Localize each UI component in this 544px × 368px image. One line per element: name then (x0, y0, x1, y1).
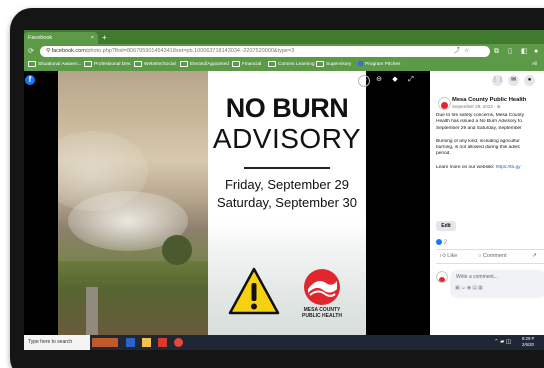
share-icon[interactable]: ⤴ (454, 45, 460, 58)
zoom-in-icon[interactable]: ⊕ (358, 75, 370, 87)
tab-search-icon[interactable]: ◧ (521, 45, 528, 58)
laptop-device: Facebook × + ⟳ ⚲ facebook.com/photo.php?… (0, 0, 544, 368)
bookmark-comms-learning[interactable]: Comms Learning (268, 59, 315, 71)
notifications-icon[interactable]: ● (524, 75, 535, 86)
bookmark-financial[interactable]: Financial (232, 59, 261, 71)
tag-icon[interactable]: ◆ (390, 75, 400, 85)
folder-icon (180, 60, 188, 67)
advisory-panel: NO BURN ADVISORY Friday, September 29 Sa… (208, 71, 366, 335)
url-path: /photo.php?fbid=8067959014543418set=pb.1… (85, 48, 295, 54)
like-reaction-icon (436, 239, 442, 245)
bookmark-all[interactable]: All (532, 59, 537, 71)
bookmarks-bar: Situational Awaren... Professional Dev. … (24, 59, 544, 71)
tab-facebook[interactable]: Facebook × (24, 32, 98, 44)
field-fire-photo (58, 71, 208, 335)
menu-grid-icon[interactable]: ⋮⋮ (492, 75, 504, 86)
folder-icon (232, 60, 240, 67)
profile-icon[interactable]: ● (534, 45, 538, 58)
messenger-icon[interactable]: ✉ (508, 75, 519, 86)
comment-input[interactable]: Write a comment... ▣☺◉▤▦ (450, 270, 544, 298)
headline-line2: ADVISORY (212, 123, 362, 154)
post-side-panel: ⋮⋮ ✉ ● Mesa County Public Health Septemb… (430, 71, 544, 335)
acrobat-icon[interactable] (158, 338, 167, 347)
divider-rule (244, 167, 330, 169)
logo-text: MESA COUNTY PUBLIC HEALTH (302, 307, 342, 319)
headline-line1: NO BURN (225, 93, 349, 123)
advisory-poster: NO BURN ADVISORY Friday, September 29 Sa… (58, 71, 366, 335)
address-bar[interactable]: ⚲ facebook.com/photo.php?fbid=8067959014… (40, 46, 490, 57)
warning-icon (228, 267, 280, 315)
fullscreen-icon[interactable]: ⤢ (406, 75, 416, 85)
comment-button[interactable]: ○ Comment (478, 253, 507, 259)
taskbar-clock[interactable]: 8:29 P 2/6/20 (522, 336, 534, 347)
taskbar-search[interactable]: Type here to search (24, 335, 90, 350)
close-icon[interactable]: × (91, 32, 94, 44)
page-icon (358, 61, 363, 67)
website-link[interactable]: https://tb.gy (496, 165, 521, 170)
folder-icon (134, 60, 142, 67)
comment-placeholder: Write a comment... (456, 274, 498, 280)
bookmark-program-pitches[interactable]: Program Pitches (358, 59, 400, 71)
browser-screen: Facebook × + ⟳ ⚲ facebook.com/photo.php?… (24, 30, 544, 350)
edit-button[interactable]: Edit (436, 221, 456, 231)
bookmark-website-social[interactable]: Website/Social (134, 59, 176, 71)
sidebar-icon[interactable]: ▯ (508, 45, 512, 58)
bookmark-professional-dev[interactable]: Professional Dev. (84, 59, 131, 71)
page-avatar[interactable] (438, 97, 451, 110)
chrome-icon[interactable] (174, 338, 183, 347)
comment-tools: ▣☺◉▤▦ (455, 285, 484, 291)
facebook-logo-icon[interactable]: f (25, 75, 35, 85)
bookmark-situational[interactable]: Situational Awaren... (28, 59, 82, 71)
system-tray-icons[interactable]: ⌃ ▰ ◫ (494, 335, 511, 350)
url-host: facebook.com (51, 48, 86, 54)
extensions-icon[interactable]: ⧉ (494, 45, 499, 58)
globe-icon: ⊕ (496, 104, 501, 109)
weather-widget-icon[interactable] (92, 338, 118, 347)
learn-more-line: Learn more on our website: https://tb.gy (436, 164, 521, 170)
tab-bar: Facebook × + (24, 30, 544, 44)
photo-viewer: f NO BURN ADVISORY Friday, September 29 … (24, 71, 430, 335)
date-line1: Friday, September 29 (224, 177, 350, 192)
reaction-summary[interactable]: 2 (436, 239, 447, 245)
zoom-out-icon[interactable]: ⊖ (374, 75, 384, 85)
file-explorer-icon[interactable] (142, 338, 151, 347)
page-name[interactable]: Mesa County Public Health (452, 97, 526, 103)
like-button[interactable]: 👍︎ Like (440, 253, 457, 259)
new-tab-button[interactable]: + (102, 32, 107, 44)
folder-icon (28, 60, 36, 67)
tab-title: Facebook (28, 35, 53, 41)
bookmark-elected-appointed[interactable]: Elected/Appointed (180, 59, 229, 71)
folder-icon (84, 60, 92, 67)
task-view-icon[interactable] (126, 338, 135, 347)
folder-icon (268, 60, 276, 67)
mesa-county-logo-icon (304, 269, 340, 305)
reload-icon[interactable]: ⟳ (28, 45, 34, 58)
folder-icon (316, 60, 324, 67)
post-date: September 29, 2023 · ⊕ (452, 104, 501, 109)
bookmark-supervisory[interactable]: Supervisory (316, 59, 351, 71)
address-row: ⟳ ⚲ facebook.com/photo.php?fbid=80679590… (24, 44, 544, 59)
date-line2: Saturday, September 30 (217, 195, 357, 210)
post-text: Due to fire safety concerns, Mesa County… (436, 113, 540, 175)
star-icon[interactable]: ☆ (464, 45, 469, 58)
commenter-avatar (436, 271, 448, 283)
share-icon[interactable]: ↗ (532, 253, 537, 259)
avatar-sticker-icon[interactable]: ▦ (478, 285, 484, 291)
windows-taskbar: Type here to search ⌃ ▰ ◫ 8:29 P 2/6/20 (24, 335, 544, 350)
